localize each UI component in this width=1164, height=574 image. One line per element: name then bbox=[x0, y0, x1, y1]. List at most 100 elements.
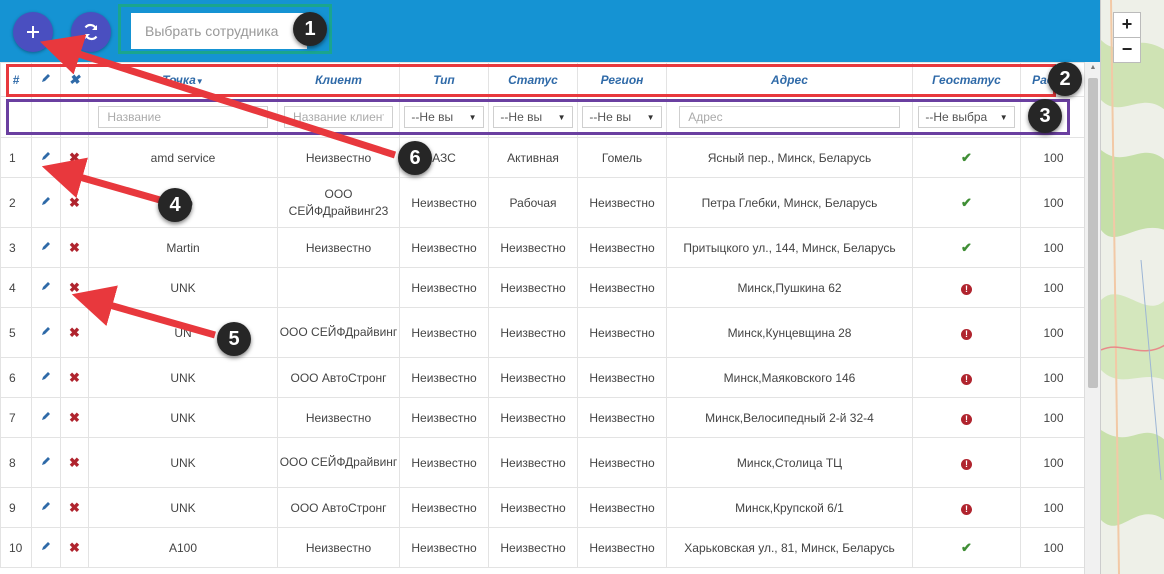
table-row[interactable]: 5 ✖ UN ООО СЕЙФДрайвинг Неизвестно Неизвестно… bbox=[0, 307, 1084, 358]
table-scrollbar[interactable]: ▲ bbox=[1084, 62, 1100, 574]
cell-geostatus: ! bbox=[912, 397, 1021, 438]
scroll-thumb[interactable] bbox=[1088, 78, 1098, 388]
refresh-icon bbox=[84, 23, 98, 41]
table-row[interactable]: 9 ✖ UNK ООО АвтоСтронг Неизвестно Неизвестно Н… bbox=[0, 487, 1084, 528]
row-number: 7 bbox=[0, 397, 32, 438]
delete-button[interactable]: ✖ bbox=[60, 487, 89, 528]
cell-client: Неизвестно bbox=[277, 137, 400, 178]
map-panel[interactable]: + − bbox=[1100, 0, 1164, 574]
pencil-icon bbox=[42, 282, 50, 290]
header-status[interactable]: Статус bbox=[488, 62, 578, 97]
cell-point: UNK bbox=[88, 357, 278, 398]
cell-region: Неизвестно bbox=[577, 307, 667, 358]
map-tiles bbox=[1101, 0, 1164, 574]
close-icon: ✖ bbox=[69, 279, 80, 295]
cell-address: Петра Глебки, Минск, Беларусь bbox=[666, 177, 913, 228]
edit-button[interactable] bbox=[31, 307, 61, 358]
filter-status-select[interactable]: --Не вы ▼ bbox=[493, 106, 573, 128]
edit-button[interactable] bbox=[31, 357, 61, 398]
row-number: 5 bbox=[0, 307, 32, 358]
close-icon: ✖ bbox=[69, 149, 80, 165]
delete-button[interactable]: ✖ bbox=[60, 177, 89, 228]
zoom-in-button[interactable]: + bbox=[1113, 12, 1141, 38]
header-point[interactable]: Точка▼ bbox=[88, 62, 278, 97]
cell-radius: 100 bbox=[1020, 437, 1084, 488]
cell-status: Активная bbox=[488, 137, 578, 178]
table-row[interactable]: 4 ✖ UNK Неизвестно Неизвестно Неизвестно Минск… bbox=[0, 267, 1084, 308]
close-icon: ✖ bbox=[69, 454, 80, 470]
edit-button[interactable] bbox=[31, 137, 61, 178]
cell-point: UNK bbox=[88, 437, 278, 488]
header-delete: ✖ bbox=[60, 62, 89, 97]
cell-address: Харьковская ул., 81, Минск, Беларусь bbox=[666, 527, 913, 568]
cell-status: Неизвестно bbox=[488, 357, 578, 398]
header-address[interactable]: Адрес bbox=[666, 62, 913, 97]
table-header-row: # ✖ Точка▼ Клиент Тип Статус Регион Адре… bbox=[0, 62, 1084, 97]
edit-button[interactable] bbox=[31, 487, 61, 528]
edit-button[interactable] bbox=[31, 227, 61, 268]
badge-2: 2 bbox=[1048, 62, 1082, 96]
edit-button[interactable] bbox=[31, 437, 61, 488]
header-region[interactable]: Регион bbox=[577, 62, 667, 97]
close-icon: ✖ bbox=[69, 194, 80, 210]
header-point-label: Точка bbox=[162, 72, 196, 87]
header-geostatus[interactable]: Геостатус bbox=[912, 62, 1021, 97]
cell-point: UNK bbox=[88, 397, 278, 438]
exclamation-icon: ! bbox=[961, 373, 972, 385]
edit-button[interactable] bbox=[31, 527, 61, 568]
check-icon: ✔ bbox=[961, 194, 972, 210]
filter-geostatus-select[interactable]: --Не выбра ▼ bbox=[918, 106, 1015, 128]
badge-5: 5 bbox=[217, 322, 251, 356]
add-button[interactable] bbox=[13, 12, 53, 52]
table-row[interactable]: 1 ✖ amd service Неизвестно АЗС Активная Гомель… bbox=[0, 137, 1084, 178]
edit-button[interactable] bbox=[31, 397, 61, 438]
cell-address: Минск,Маяковского 146 bbox=[666, 357, 913, 398]
filter-region-select[interactable]: --Не вы ▼ bbox=[582, 106, 662, 128]
delete-button[interactable]: ✖ bbox=[60, 307, 89, 358]
table-filter-row: --Не вы▼ --Не вы▼ --Не вы▼ --Не выбра▼ bbox=[0, 96, 1084, 138]
scroll-up-arrow-icon[interactable]: ▲ bbox=[1085, 64, 1101, 74]
delete-button[interactable]: ✖ bbox=[60, 527, 89, 568]
edit-button[interactable] bbox=[31, 177, 61, 228]
pencil-icon bbox=[42, 152, 50, 160]
employee-select-input[interactable] bbox=[131, 13, 307, 49]
cell-radius: 100 bbox=[1020, 357, 1084, 398]
filter-client-input[interactable] bbox=[284, 106, 393, 128]
close-icon: ✖ bbox=[69, 239, 80, 255]
table-row[interactable]: 10 ✖ A100 Неизвестно Неизвестно Неизвестно Неи… bbox=[0, 527, 1084, 568]
delete-button[interactable]: ✖ bbox=[60, 437, 89, 488]
filter-type-select[interactable]: --Не вы ▼ bbox=[404, 106, 484, 128]
cell-region: Гомель bbox=[577, 137, 667, 178]
refresh-button[interactable] bbox=[71, 12, 111, 52]
cell-client: ООО СЕЙФДрайвинг bbox=[277, 437, 400, 488]
caret-down-icon: ▼ bbox=[468, 112, 477, 122]
edit-button[interactable] bbox=[31, 267, 61, 308]
cell-type: Неизвестно bbox=[399, 267, 489, 308]
close-icon: ✖ bbox=[69, 499, 80, 515]
sort-desc-icon: ▼ bbox=[195, 76, 204, 86]
table-row[interactable]: 3 ✖ Martin Неизвестно Неизвестно Неизвестно Не… bbox=[0, 227, 1084, 268]
points-table: # ✖ Точка▼ Клиент Тип Статус Регион Адре… bbox=[0, 62, 1084, 568]
cell-status: Неизвестно bbox=[488, 307, 578, 358]
cell-type: Неизвестно bbox=[399, 527, 489, 568]
table-row[interactable]: 7 ✖ UNK Неизвестно Неизвестно Неизвестно Неизв… bbox=[0, 397, 1084, 438]
zoom-out-button[interactable]: − bbox=[1113, 37, 1141, 63]
header-type[interactable]: Тип bbox=[399, 62, 489, 97]
pencil-icon bbox=[42, 502, 50, 510]
delete-button[interactable]: ✖ bbox=[60, 357, 89, 398]
cell-region: Неизвестно bbox=[577, 437, 667, 488]
delete-button[interactable]: ✖ bbox=[60, 137, 89, 178]
close-icon: ✖ bbox=[69, 409, 80, 425]
cell-point: A100 bbox=[88, 527, 278, 568]
delete-button[interactable]: ✖ bbox=[60, 397, 89, 438]
cell-geostatus: ! bbox=[912, 357, 1021, 398]
cell-client: ООО АвтоСтронг bbox=[277, 487, 400, 528]
header-client[interactable]: Клиент bbox=[277, 62, 400, 97]
delete-button[interactable]: ✖ bbox=[60, 227, 89, 268]
filter-name-input[interactable] bbox=[98, 106, 268, 128]
table-row[interactable]: 6 ✖ UNK ООО АвтоСтронг Неизвестно Неизвестно Н… bbox=[0, 357, 1084, 398]
filter-address-input[interactable] bbox=[679, 106, 900, 128]
table-row[interactable]: 8 ✖ UNK ООО СЕЙФДрайвинг Неизвестно Неизвестн… bbox=[0, 437, 1084, 488]
cell-status: Неизвестно bbox=[488, 527, 578, 568]
delete-button[interactable]: ✖ bbox=[60, 267, 89, 308]
